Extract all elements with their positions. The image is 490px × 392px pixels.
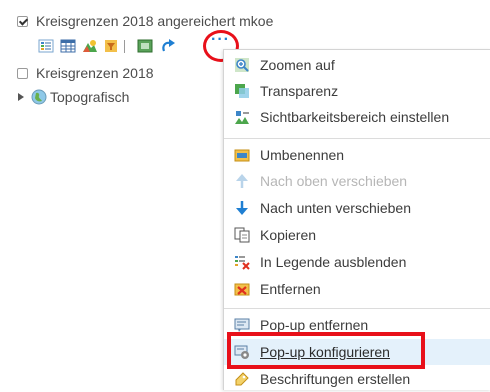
menu-item-label: Transparenz [260, 83, 339, 99]
layer-title[interactable]: Topografisch [50, 89, 129, 105]
menu-item-copy[interactable]: Kopieren [224, 222, 490, 248]
zoom-to-icon [235, 58, 249, 72]
menu-item-move-down[interactable]: Nach unten verschieben [224, 195, 490, 221]
menu-item-hide-in-legend[interactable]: In Legende ausblenden [224, 249, 490, 275]
menu-item-label: Sichtbarkeitsbereich einstellen [260, 109, 450, 125]
menu-item-create-labels[interactable]: Beschriftungen erstellen [224, 366, 490, 392]
menu-item-rename[interactable]: Umbenennen [224, 142, 490, 168]
menu-item-label: Nach unten verschieben [260, 200, 411, 216]
menu-separator [224, 308, 490, 309]
visibility-range-icon [235, 111, 249, 124]
menu-item-label: Entfernen [260, 281, 321, 297]
menu-item-move-up[interactable]: Nach oben verschieben [224, 168, 490, 194]
layer-item-topografisch: Topografisch [17, 89, 129, 105]
arrow-down-icon [236, 201, 248, 215]
toolbar-separator [124, 40, 125, 53]
menu-item-label: Umbenennen [260, 147, 345, 163]
layer-title[interactable]: Kreisgrenzen 2018 [36, 65, 154, 81]
menu-item-label: Kopieren [260, 227, 317, 243]
arrow-up-icon [236, 174, 248, 188]
menu-item-label: Pop-up entfernen [260, 317, 369, 333]
filter-icon[interactable] [103, 39, 119, 53]
layer-item-kreisgrenzen-angereichert: Kreisgrenzen 2018 angereichert mkoe [17, 13, 273, 29]
annotation-rectangle [227, 332, 425, 369]
hide-legend-icon [235, 256, 250, 270]
menu-item-zoom-to[interactable]: Zoomen auf [224, 52, 490, 78]
menu-item-transparency[interactable]: Transparenz [224, 78, 490, 104]
labels-icon [235, 372, 249, 386]
table-icon[interactable] [60, 39, 76, 53]
more-options-button[interactable]: ··· [211, 31, 230, 49]
menu-item-label: Zoomen auf [260, 57, 335, 73]
layer-visibility-checkbox[interactable] [17, 67, 28, 79]
layer-item-kreisgrenzen-2018: Kreisgrenzen 2018 [17, 65, 154, 81]
legend-icon[interactable] [38, 39, 54, 53]
rename-icon [234, 149, 250, 162]
menu-separator [224, 138, 490, 139]
menu-item-label: Nach oben verschieben [260, 173, 408, 189]
basemap-globe-icon [31, 89, 47, 105]
layer-visibility-checkbox[interactable] [17, 15, 28, 27]
change-style-icon[interactable] [82, 39, 98, 53]
analysis-icon[interactable] [137, 39, 153, 53]
copy-icon [234, 227, 250, 243]
menu-item-visibility-range[interactable]: Sichtbarkeitsbereich einstellen [224, 104, 490, 130]
refresh-icon[interactable] [160, 39, 176, 53]
remove-icon [234, 283, 250, 296]
transparency-icon [235, 84, 249, 98]
menu-item-label: Beschriftungen erstellen [260, 371, 411, 387]
popup-remove-icon [234, 318, 250, 332]
menu-item-remove[interactable]: Entfernen [224, 276, 490, 302]
menu-item-label: In Legende ausblenden [260, 254, 407, 270]
layer-title[interactable]: Kreisgrenzen 2018 angereichert mkoe [36, 13, 273, 29]
expand-caret-icon[interactable] [17, 92, 25, 102]
